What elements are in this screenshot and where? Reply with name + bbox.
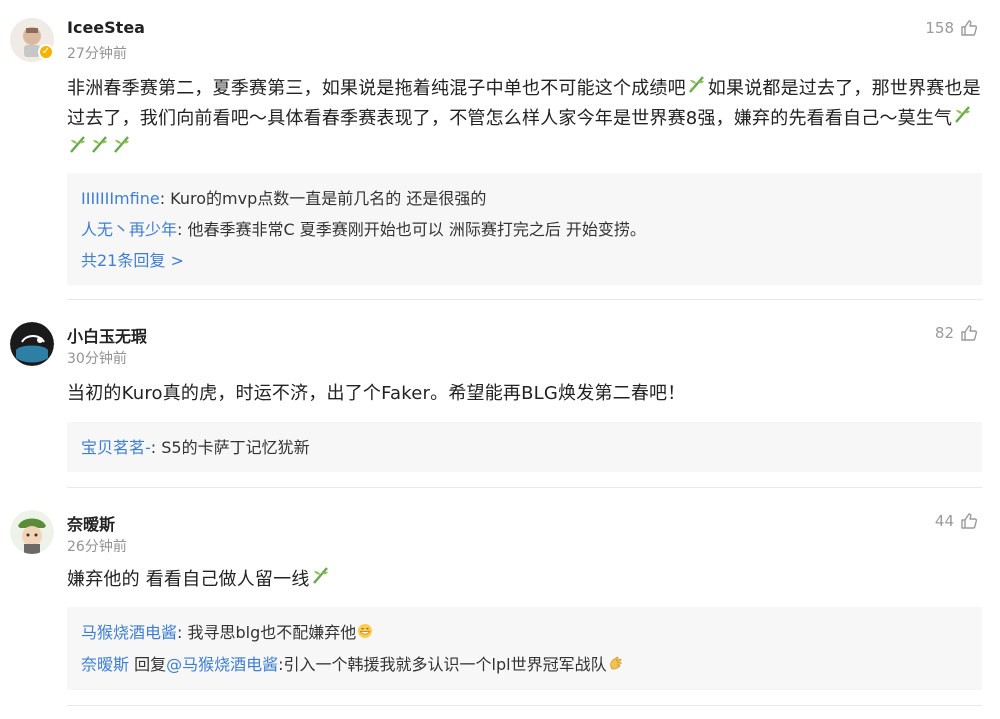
mention-link[interactable]: @马猴烧酒电酱 (166, 655, 278, 674)
comment-text: 嫌弃他的 看看自己做人留一线 (67, 569, 310, 590)
like-count: 44 (934, 512, 954, 530)
bamboo-emoji-icon (687, 74, 707, 104)
comment-text: 非洲春季赛第二，夏季赛第三，如果说是拖着纯混子中单也不可能这个成绩吧 (67, 78, 686, 99)
reply-text: : 我寻思blg也不配嫌弃他 (177, 623, 357, 642)
like-button[interactable]: 82 (935, 324, 978, 342)
reply-item: IIIIIIImfine: Kuro的mvp点数一直是前几名的 还是很强的 (81, 183, 968, 214)
timestamp: 27分钟前 (67, 46, 127, 62)
reply-item: 马猴烧酒电酱: 我寻思blg也不配嫌弃他 (81, 617, 968, 649)
reply-username[interactable]: 人无丶再少年 (81, 220, 177, 239)
reply-item: 人无丶再少年: 他春季赛非常C 夏季赛刚开始也可以 洲际赛打完之后 开始变捞。 (81, 214, 968, 245)
reply-username[interactable]: 宝贝茗茗- (81, 438, 151, 457)
like-button[interactable]: 158 (925, 19, 978, 37)
comment-body: 当初的Kuro真的虎，时运不济，出了个Faker。希望能再BLG焕发第二春吧！ (67, 383, 686, 404)
username[interactable]: IceeStea (67, 18, 145, 37)
avatar[interactable] (10, 510, 54, 554)
divider (67, 299, 982, 300)
timestamp: 26分钟前 (67, 539, 127, 555)
reply-box: 宝贝茗茗-: S5的卡萨丁记忆犹新 (67, 422, 982, 472)
like-count: 158 (925, 19, 954, 37)
timestamp: 30分钟前 (67, 351, 127, 367)
comment-body: 嫌弃他的 看看自己做人留一线 (67, 565, 983, 595)
reply-text: : 他春季赛非常C 夏季赛刚开始也可以 洲际赛打完之后 开始变捞。 (177, 220, 646, 239)
reply-text: : S5的卡萨丁记忆犹新 (150, 438, 310, 457)
thumb-up-icon (960, 512, 978, 530)
username[interactable]: 小白玉无瑕 (67, 323, 147, 347)
thumb-up-icon (960, 324, 978, 342)
bamboo-emoji-icon (90, 134, 110, 164)
thumb-up-icon (960, 19, 978, 37)
like-button[interactable]: 44 (935, 512, 978, 530)
reply-label: 回复 (129, 655, 167, 674)
reply-username[interactable]: 奈暧斯 (81, 655, 129, 674)
reply-username[interactable]: 马猴烧酒电酱 (81, 623, 177, 642)
avatar[interactable] (10, 322, 54, 366)
more-replies-link[interactable]: 共21条回复 > (81, 245, 968, 276)
grin-emoji-icon (357, 618, 373, 649)
bamboo-emoji-icon (68, 134, 88, 164)
like-count: 82 (934, 324, 954, 342)
bamboo-emoji-icon (311, 565, 331, 595)
reply-item: 宝贝茗茗-: S5的卡萨丁记忆犹新 (81, 432, 968, 463)
comment-body: 非洲春季赛第二，夏季赛第三，如果说是拖着纯混子中单也不可能这个成绩吧 如果说都是过… (67, 74, 983, 164)
username[interactable]: 奈暧斯 (67, 511, 115, 535)
bamboo-emoji-icon (112, 134, 132, 164)
reply-username[interactable]: IIIIIIImfine (81, 189, 160, 208)
reply-item: 奈暧斯 回复@马猴烧酒电酱:引入一个韩援我就多认识一个lpl世界冠军战队 (81, 649, 968, 681)
reply-box: IIIIIIImfine: Kuro的mvp点数一直是前几名的 还是很强的 人无… (67, 173, 982, 285)
reply-text: :引入一个韩援我就多认识一个lpl世界冠军战队 (278, 655, 607, 674)
divider (67, 487, 982, 488)
clap-emoji-icon (608, 650, 624, 681)
reply-box: 马猴烧酒电酱: 我寻思blg也不配嫌弃他 奈暧斯 回复@马猴烧酒电酱:引入一个韩… (67, 607, 982, 690)
divider (67, 705, 982, 706)
reply-text: : Kuro的mvp点数一直是前几名的 还是很强的 (159, 189, 487, 208)
bamboo-emoji-icon (953, 104, 973, 134)
verified-badge-icon: ✓ (38, 44, 54, 60)
